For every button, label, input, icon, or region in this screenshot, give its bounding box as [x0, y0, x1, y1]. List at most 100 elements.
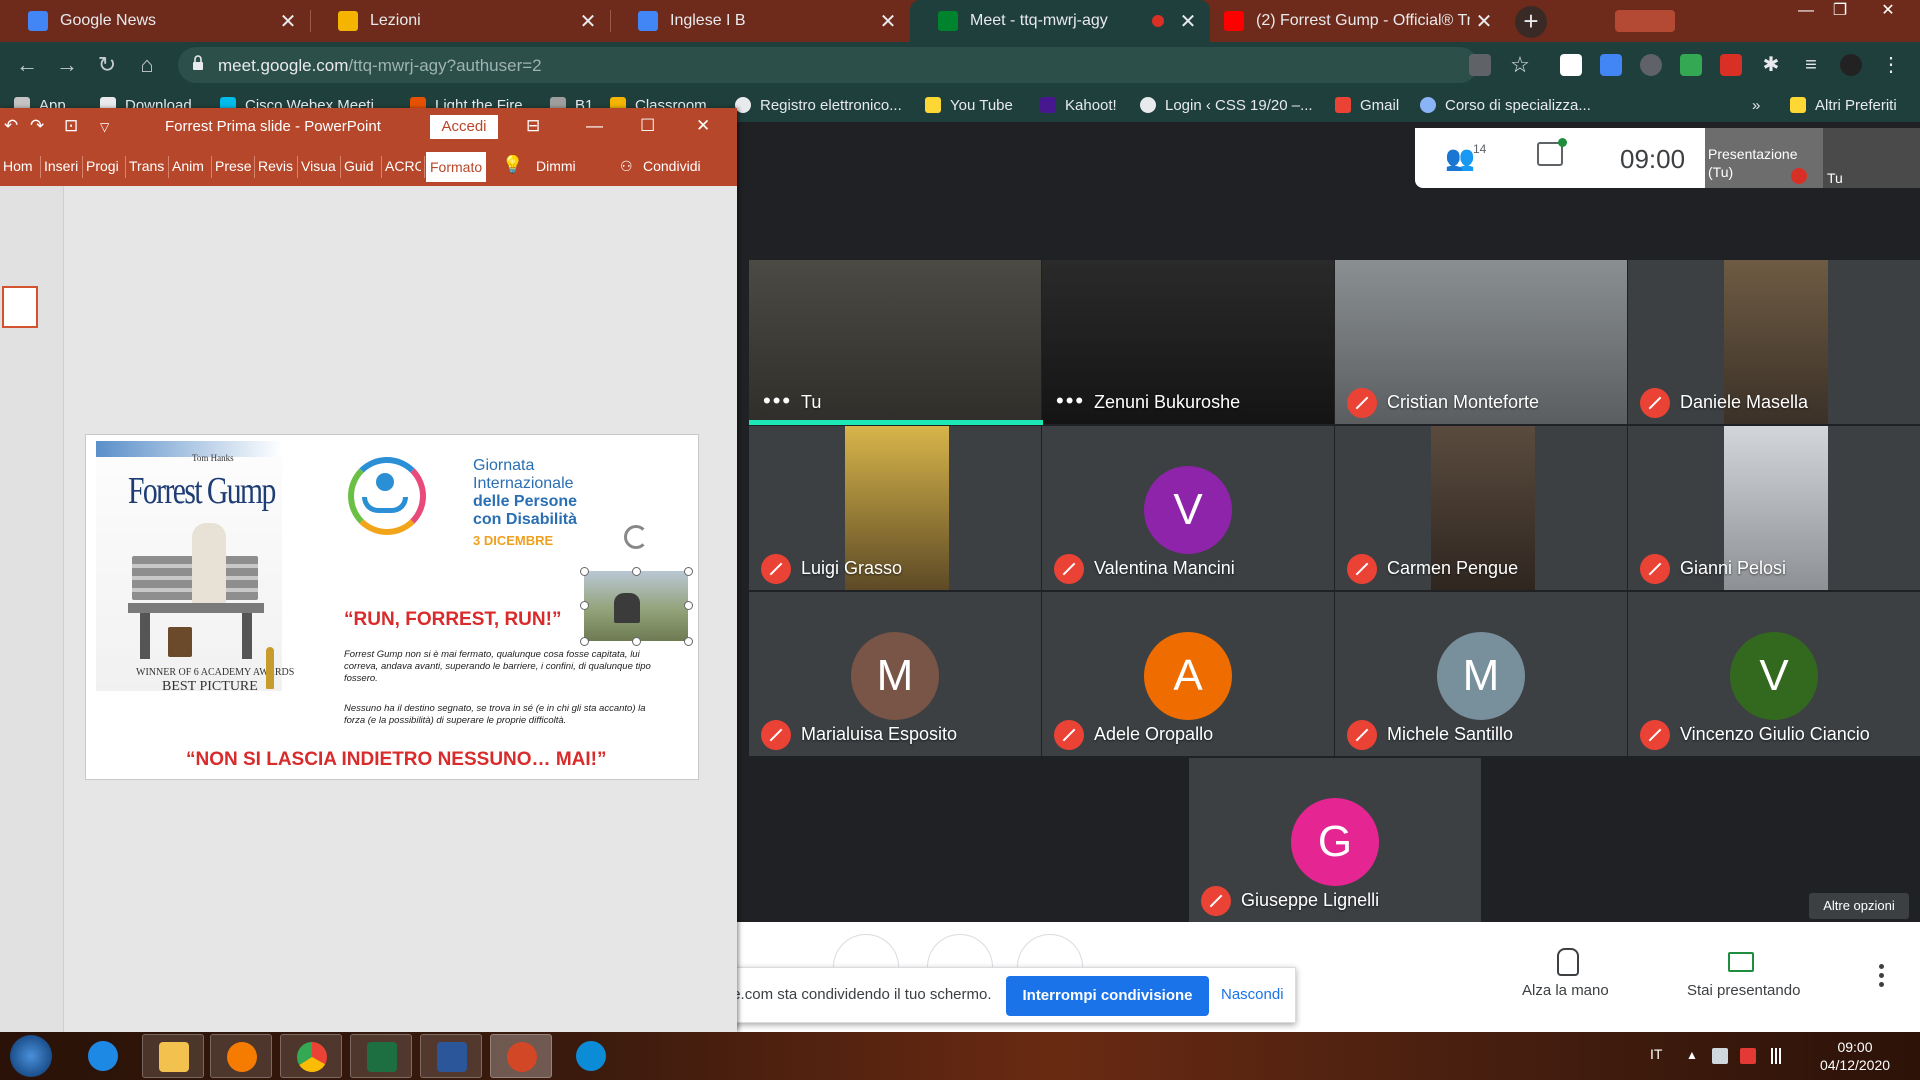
- close-icon[interactable]: ✕: [696, 116, 710, 136]
- edge-taskbar[interactable]: [560, 1034, 622, 1078]
- tell-me-search[interactable]: Dimmi: [536, 158, 576, 174]
- tab-acrobat[interactable]: ACRC: [385, 158, 421, 174]
- media-player-taskbar[interactable]: [210, 1034, 272, 1078]
- close-tab-icon[interactable]: ✕: [574, 9, 602, 34]
- people-icon[interactable]: 👥: [1445, 144, 1475, 173]
- media-control-icon[interactable]: ≡: [1800, 54, 1822, 76]
- bookmarks-overflow-button[interactable]: »: [1752, 94, 1760, 116]
- camera-icon[interactable]: [1469, 54, 1491, 76]
- resize-handle[interactable]: [684, 567, 693, 576]
- tab-home[interactable]: Hom: [3, 158, 37, 174]
- raise-hand-label[interactable]: Alza la mano: [1522, 982, 1609, 999]
- tab-transitions[interactable]: Trans: [129, 158, 167, 174]
- chrome-menu-icon[interactable]: ⋮: [1880, 54, 1902, 76]
- resize-handle[interactable]: [632, 637, 641, 646]
- tab-google-news[interactable]: Google News ✕: [0, 0, 310, 42]
- participant-tile[interactable]: Cristian Monteforte: [1335, 260, 1627, 424]
- close-window-button[interactable]: ✕: [1866, 0, 1910, 24]
- bookmark-youtube[interactable]: You Tube: [925, 94, 1013, 116]
- start-button[interactable]: [10, 1035, 52, 1077]
- participant-tile[interactable]: V Vincenzo Giulio Ciancio: [1628, 592, 1920, 756]
- resize-handle[interactable]: [580, 601, 589, 610]
- hide-notice-button[interactable]: Nascondi: [1221, 986, 1284, 1003]
- runner-photo[interactable]: [584, 571, 688, 641]
- tab-review[interactable]: Revis: [258, 158, 296, 174]
- show-hidden-icons-icon[interactable]: ▲: [1686, 1048, 1702, 1064]
- slide-canvas[interactable]: Tom Hanks Forrest Gump WINNER OF 6 ACADE…: [85, 434, 699, 780]
- redo-icon[interactable]: ↷: [30, 116, 44, 136]
- tab-view[interactable]: Visua: [301, 158, 339, 174]
- forward-icon[interactable]: →: [52, 50, 82, 80]
- tab-slideshow[interactable]: Prese: [215, 158, 253, 174]
- action-center-flag-icon[interactable]: [1740, 1048, 1756, 1064]
- tab-youtube[interactable]: (2) Forrest Gump - Official® Trail ✕: [1210, 0, 1506, 42]
- powerpoint-taskbar[interactable]: [490, 1034, 552, 1078]
- pdf-icon[interactable]: [1720, 54, 1742, 76]
- file-explorer-taskbar[interactable]: [142, 1034, 204, 1078]
- tab-insert[interactable]: Inseri: [44, 158, 80, 174]
- home-icon[interactable]: ⌂: [132, 50, 162, 80]
- bookmark-altri-preferiti[interactable]: Altri Preferiti: [1790, 94, 1897, 116]
- share-button[interactable]: Condividi: [643, 158, 701, 174]
- undo-icon[interactable]: ↶: [4, 116, 18, 136]
- rotate-handle-icon[interactable]: [624, 525, 648, 549]
- raise-hand-icon[interactable]: [1557, 948, 1579, 976]
- lightbulb-icon[interactable]: 💡: [502, 155, 523, 175]
- address-bar[interactable]: meet.google.com/ttq-mwrj-agy?authuser=2: [178, 47, 1478, 83]
- avatar[interactable]: [1840, 54, 1862, 76]
- participant-tile[interactable]: ••• Tu: [749, 260, 1041, 424]
- sign-in-button[interactable]: Accedi: [430, 115, 498, 139]
- puzzle-icon[interactable]: ✱: [1760, 54, 1782, 76]
- participant-tile[interactable]: ••• Zenuni Bukuroshe: [1042, 260, 1334, 424]
- network-signal-icon[interactable]: [1768, 1048, 1784, 1064]
- stop-sharing-button[interactable]: Interrompi condivisione: [1006, 976, 1209, 1016]
- back-icon[interactable]: ←: [12, 50, 42, 80]
- close-tab-icon[interactable]: ✕: [1470, 9, 1498, 34]
- new-tab-button[interactable]: +: [1515, 6, 1547, 38]
- movie-poster-image[interactable]: Tom Hanks Forrest Gump WINNER OF 6 ACADE…: [96, 441, 294, 694]
- ribbon-display-icon[interactable]: ⊟: [526, 116, 540, 136]
- word-taskbar[interactable]: [420, 1034, 482, 1078]
- participant-tile[interactable]: V Valentina Mancini: [1042, 426, 1334, 590]
- tab-design[interactable]: Progi: [86, 158, 124, 174]
- maximize-icon[interactable]: ☐: [640, 116, 655, 136]
- tab-help[interactable]: Guid: [344, 158, 376, 174]
- share-person-icon[interactable]: ⚇: [620, 158, 633, 175]
- presenting-label[interactable]: Stai presentando: [1687, 982, 1800, 999]
- close-tab-icon[interactable]: ✕: [1174, 9, 1202, 34]
- participant-tile[interactable]: M Michele Santillo: [1335, 592, 1627, 756]
- participant-tile[interactable]: Luigi Grasso: [749, 426, 1041, 590]
- extension-green-icon[interactable]: [1680, 54, 1702, 76]
- bookmark-star-icon[interactable]: ☆: [1509, 54, 1531, 76]
- minimize-icon[interactable]: —: [586, 116, 603, 136]
- tab-animations[interactable]: Anim: [172, 158, 210, 174]
- participant-tile[interactable]: M Marialuisa Esposito: [749, 592, 1041, 756]
- tab-format[interactable]: Formato: [426, 152, 487, 182]
- translate-icon[interactable]: [1600, 54, 1622, 76]
- reload-icon[interactable]: ↻: [92, 50, 122, 80]
- tab-meet[interactable]: Meet - ttq-mwrj-agy ✕: [910, 0, 1210, 42]
- participant-tile[interactable]: Gianni Pelosi: [1628, 426, 1920, 590]
- resize-handle[interactable]: [580, 567, 589, 576]
- participant-tile[interactable]: G Giuseppe Lignelli: [1189, 758, 1481, 922]
- volume-icon[interactable]: [1712, 1048, 1728, 1064]
- restore-window-button[interactable]: ❐: [1818, 0, 1862, 24]
- bookmark-login-css[interactable]: Login ‹ CSS 19/20 –...: [1140, 94, 1313, 116]
- bookmark-kahoot[interactable]: Kahoot!: [1040, 94, 1117, 116]
- resize-handle[interactable]: [632, 567, 641, 576]
- input-language[interactable]: IT: [1650, 1046, 1662, 1062]
- close-tab-icon[interactable]: ✕: [274, 9, 302, 34]
- resize-handle[interactable]: [580, 637, 589, 646]
- close-tab-icon[interactable]: ✕: [874, 9, 902, 34]
- resize-handle[interactable]: [684, 601, 693, 610]
- present-screen-icon[interactable]: [1728, 952, 1754, 972]
- tab-inglese[interactable]: Inglese I B ✕: [610, 0, 910, 42]
- profile-chip[interactable]: [1615, 10, 1675, 32]
- bookmark-corso[interactable]: Corso di specializza...: [1420, 94, 1591, 116]
- participant-tile[interactable]: A Adele Oropallo: [1042, 592, 1334, 756]
- bookmark-registro[interactable]: Registro elettronico...: [735, 94, 902, 116]
- extension-icon[interactable]: [1560, 54, 1582, 76]
- participant-tile[interactable]: Carmen Pengue: [1335, 426, 1627, 590]
- start-slideshow-icon[interactable]: ⊡: [64, 116, 78, 136]
- system-clock[interactable]: 09:00 04/12/2020: [1812, 1038, 1898, 1074]
